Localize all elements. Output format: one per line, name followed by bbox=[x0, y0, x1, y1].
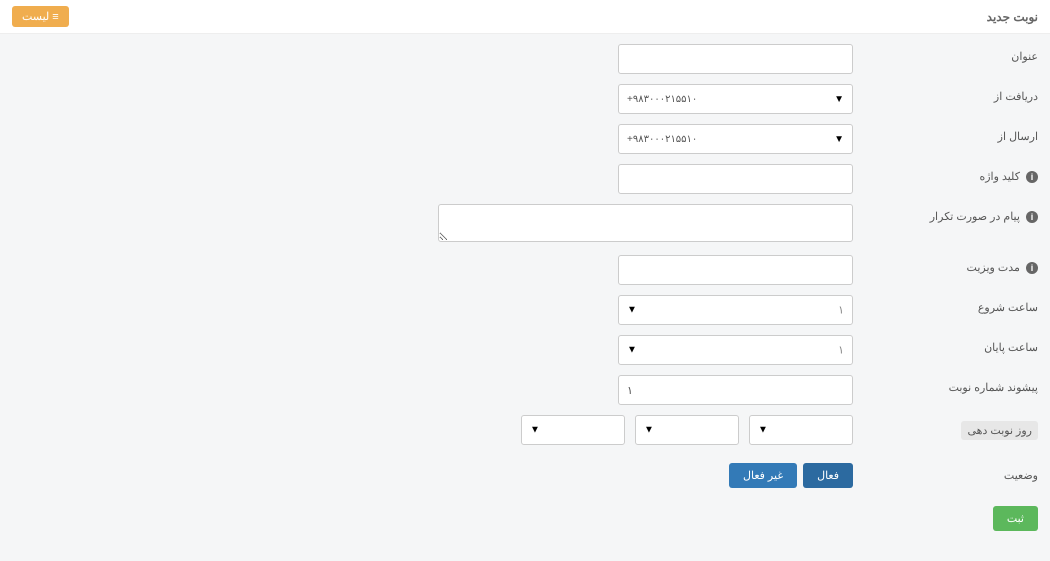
end-hour-value: ۱ bbox=[838, 344, 844, 357]
prefix-input[interactable] bbox=[618, 375, 853, 405]
form: عنوان دریافت از +۹۸۳۰۰۰۲۱۵۵۱۰ ▼ ارسال از… bbox=[0, 34, 1050, 561]
inactive-button[interactable]: غیر فعال bbox=[729, 463, 797, 488]
chevron-down-icon: ▼ bbox=[627, 345, 637, 356]
end-hour-select[interactable]: ▼ ۱ bbox=[618, 335, 853, 365]
page-header: نوبت جدید ≡لیست bbox=[0, 0, 1050, 34]
chevron-down-icon: ▼ bbox=[644, 425, 654, 436]
day-select-1[interactable]: ▼ bbox=[749, 415, 853, 445]
send-from-select[interactable]: +۹۸۳۰۰۰۲۱۵۵۱۰ ▼ bbox=[618, 124, 853, 154]
label-keyword: i کلید واژه bbox=[853, 164, 1038, 183]
repeat-msg-textarea[interactable] bbox=[438, 204, 853, 242]
label-receive-from: دریافت از bbox=[853, 84, 1038, 103]
chevron-down-icon: ▼ bbox=[627, 305, 637, 316]
label-start-hour: ساعت شروع bbox=[853, 295, 1038, 314]
label-send-from: ارسال از bbox=[853, 124, 1038, 143]
chevron-down-icon: ▼ bbox=[530, 425, 540, 436]
label-prefix: پیشوند شماره نوبت bbox=[853, 375, 1038, 394]
title-input[interactable] bbox=[618, 44, 853, 74]
list-button[interactable]: ≡لیست bbox=[12, 6, 69, 27]
label-repeat-msg: i پیام در صورت تکرار bbox=[853, 204, 1038, 223]
receive-from-value: +۹۸۳۰۰۰۲۱۵۵۱۰ bbox=[627, 94, 697, 105]
chevron-down-icon: ▼ bbox=[834, 134, 844, 145]
submit-button[interactable]: ثبت bbox=[993, 506, 1038, 531]
list-button-label: لیست bbox=[22, 11, 49, 23]
send-from-value: +۹۸۳۰۰۰۲۱۵۵۱۰ bbox=[627, 134, 697, 145]
receive-from-select[interactable]: +۹۸۳۰۰۰۲۱۵۵۱۰ ▼ bbox=[618, 84, 853, 114]
label-title: عنوان bbox=[853, 44, 1038, 63]
info-icon: i bbox=[1026, 262, 1038, 274]
chevron-down-icon: ▼ bbox=[758, 425, 768, 436]
start-hour-value: ۱ bbox=[838, 304, 844, 317]
label-appointment-day: روز نوبت دهی bbox=[853, 415, 1038, 440]
day-select-3[interactable]: ▼ bbox=[521, 415, 625, 445]
active-button[interactable]: فعال bbox=[803, 463, 853, 488]
day-select-2[interactable]: ▼ bbox=[635, 415, 739, 445]
label-end-hour: ساعت پایان bbox=[853, 335, 1038, 354]
keyword-input[interactable] bbox=[618, 164, 853, 194]
start-hour-select[interactable]: ▼ ۱ bbox=[618, 295, 853, 325]
chevron-down-icon: ▼ bbox=[834, 94, 844, 105]
label-visit-duration: i مدت ویزیت bbox=[853, 255, 1038, 274]
info-icon: i bbox=[1026, 171, 1038, 183]
visit-duration-input[interactable] bbox=[618, 255, 853, 285]
info-icon: i bbox=[1026, 211, 1038, 223]
list-icon: ≡ bbox=[52, 11, 58, 23]
page-title: نوبت جدید bbox=[987, 10, 1038, 24]
label-status: وضعیت bbox=[853, 463, 1038, 482]
